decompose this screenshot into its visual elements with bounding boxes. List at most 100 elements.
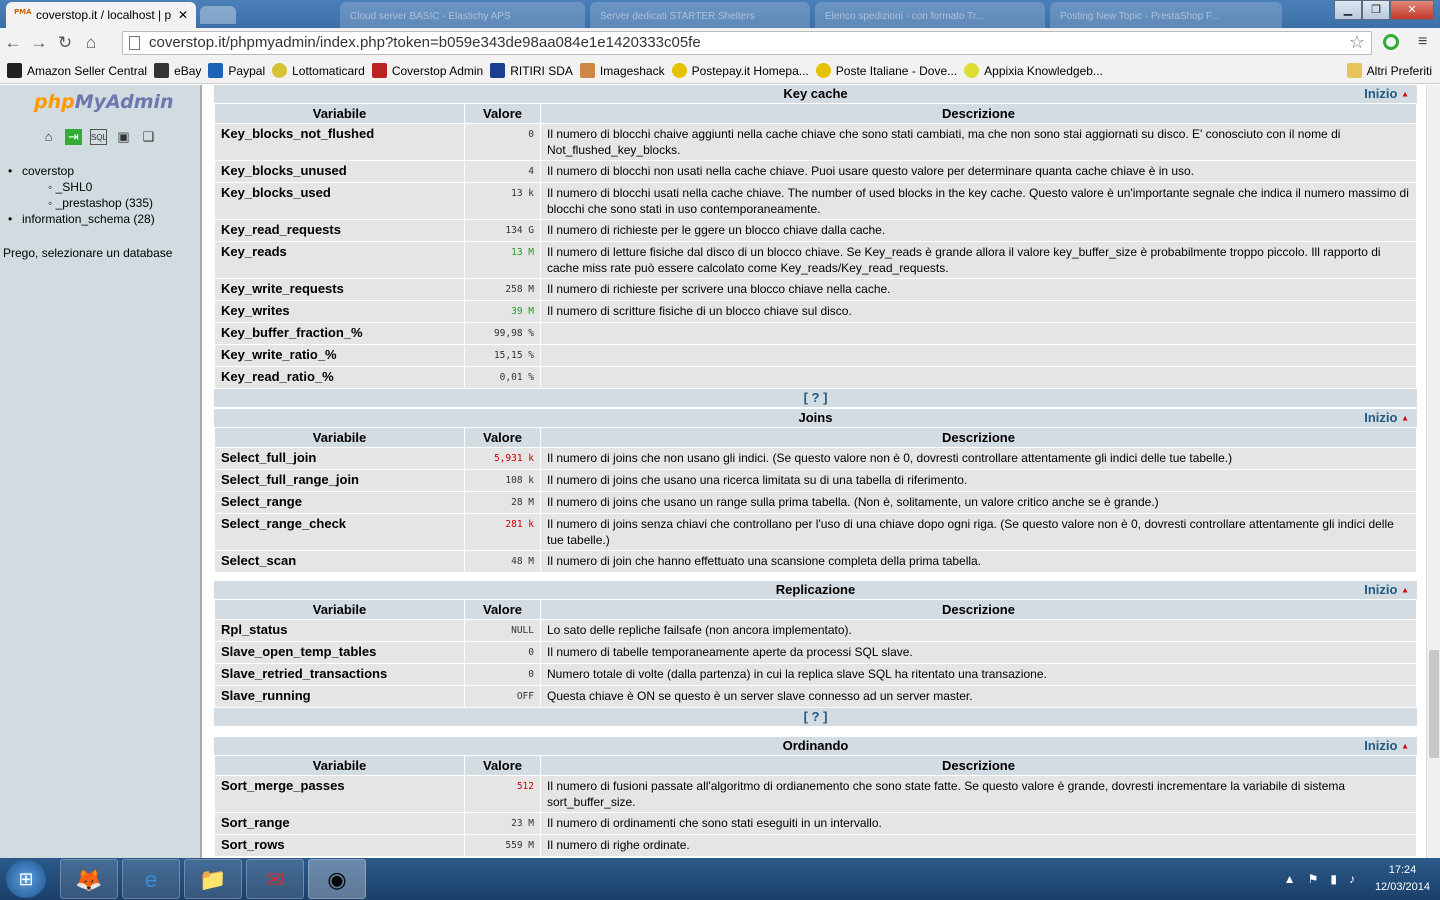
bookmark-appixia[interactable]: Appixia Knowledgeb... <box>964 63 1103 78</box>
tab-background[interactable]: Server dedicati STARTER Shelters <box>590 2 810 28</box>
reload-icon[interactable]: ↻ <box>52 33 78 53</box>
table-row: Key_read_requests 134 G Il numero di richi… <box>214 219 1417 242</box>
table-row: Key_blocks_not_flushed 0 Il numero di bloc… <box>214 123 1417 161</box>
browser-titlebar: PMA coverstop.it / localhost | p ✕ Cloud… <box>0 0 1440 28</box>
variable-value: 0,01 % <box>464 366 541 389</box>
windows-taskbar: ⊞ 🦊 e 📁 ✉ ◉ ▲ ⚑ ▮ ♪ 17:24 12/03/2014 <box>0 858 1440 900</box>
other-bookmarks[interactable]: Altri Preferiti <box>1346 63 1432 78</box>
volume-icon[interactable]: ♪ <box>1349 872 1355 886</box>
home-icon[interactable]: ⌂ <box>40 129 57 145</box>
tab-background[interactable]: Posting New Topic - PrestaShop F... <box>1050 2 1282 28</box>
variable-name: Slave_retried_transactions <box>214 663 465 686</box>
variable-name: Sort_rows <box>214 834 465 857</box>
sql-icon[interactable]: SQL <box>90 129 107 145</box>
variable-name: Select_full_range_join <box>214 469 465 492</box>
variable-description: Il numero di joins che usano una ricerca… <box>540 469 1417 492</box>
imageshack-icon <box>579 63 595 78</box>
table-row: Select_full_range_join 108 k Il numero di … <box>214 469 1417 492</box>
inizio-link[interactable]: Inizio ▲ <box>1364 737 1409 756</box>
exit-icon[interactable]: ⇥ <box>65 129 82 145</box>
start-button[interactable]: ⊞ <box>6 860 46 898</box>
clock[interactable]: 17:24 12/03/2014 <box>1375 862 1430 896</box>
db-sub-item[interactable]: ◦ _prestashop (335) <box>8 195 155 211</box>
tab-background[interactable]: Cloud server BASIC - Elastichy APS <box>340 2 585 28</box>
docs-icon[interactable]: ❑ <box>140 129 157 145</box>
tab-active[interactable]: PMA coverstop.it / localhost | p ✕ <box>6 2 196 28</box>
variable-value: 0 <box>464 123 541 161</box>
new-tab-button[interactable] <box>200 6 236 24</box>
bookmark-paypal[interactable]: Paypal <box>208 63 265 78</box>
close-tab-icon[interactable]: ✕ <box>178 8 188 22</box>
bookmark-ebay[interactable]: eBay <box>154 63 201 78</box>
variable-value: 512 <box>464 775 541 813</box>
variable-name: Key_write_requests <box>214 278 465 301</box>
col-header: Descrizione <box>540 599 1417 620</box>
variable-name: Slave_running <box>214 685 465 708</box>
variable-description: Il numero di joins senza chiavi che cont… <box>540 513 1417 551</box>
explorer-icon[interactable]: 📁 <box>184 859 242 899</box>
bookmarks-bar: Amazon Seller Central eBay Paypal Lottom… <box>0 58 1440 84</box>
left-navigation: phpMyAdmin ⌂ ⇥ SQL ▣ ❑ • coverstop ◦ _SHL… <box>0 85 200 858</box>
db-sub-item[interactable]: ◦ _SHL0 <box>8 179 155 195</box>
variable-name: Key_read_requests <box>214 219 465 242</box>
close-window-button[interactable]: ✕ <box>1390 0 1434 20</box>
query-window-icon[interactable]: ▣ <box>115 129 132 145</box>
inizio-link[interactable]: Inizio ▲ <box>1364 85 1409 104</box>
variable-name: Sort_merge_passes <box>214 775 465 813</box>
variable-name: Key_blocks_used <box>214 182 465 220</box>
db-item[interactable]: • coverstop <box>8 163 155 179</box>
table-row: Key_blocks_unused 4 Il numero di blocchi n… <box>214 160 1417 183</box>
paypal-icon <box>208 63 224 78</box>
address-bar[interactable]: coverstop.it/phpmyadmin/index.php?token=… <box>122 31 1372 55</box>
tray-arrow-icon[interactable]: ▲ <box>1284 872 1296 886</box>
bookmark-lottomaticard[interactable]: Lottomaticard <box>272 63 365 78</box>
minimize-button[interactable]: ▁ <box>1334 0 1362 20</box>
phpmyadmin-logo[interactable]: phpMyAdmin <box>34 91 174 113</box>
maximize-button[interactable]: ❐ <box>1362 0 1390 20</box>
amazon-icon <box>7 63 22 78</box>
bookmark-amazon[interactable]: Amazon Seller Central <box>7 63 147 78</box>
vertical-scrollbar[interactable] <box>1426 85 1440 858</box>
url-text: coverstop.it/phpmyadmin/index.php?token=… <box>149 34 701 51</box>
table-row: Select_range 28 M Il numero di joins che u… <box>214 491 1417 514</box>
bookmark-star-icon[interactable]: ☆ <box>1349 32 1365 53</box>
select-db-hint: Prego, selezionare un database <box>3 246 173 260</box>
variable-name: Key_write_ratio_% <box>214 344 465 367</box>
chrome-icon[interactable]: ◉ <box>308 859 366 899</box>
flag-icon[interactable]: ⚑ <box>1308 872 1319 886</box>
menu-icon[interactable]: ≡ <box>1418 33 1427 51</box>
variable-name: Select_full_join <box>214 447 465 470</box>
inizio-link[interactable]: Inizio ▲ <box>1364 581 1409 600</box>
forward-icon[interactable]: → <box>26 33 52 53</box>
inizio-link[interactable]: Inizio ▲ <box>1364 409 1409 428</box>
bookmark-poste-italiane[interactable]: Poste Italiane - Dove... <box>815 63 957 78</box>
variable-value: 5,931 k <box>464 447 541 470</box>
col-header: Variabile <box>214 599 465 620</box>
section-ordinando: Ordinando Inizio ▲ Variabile Valore Descriz… <box>214 737 1417 857</box>
ie-icon[interactable]: e <box>122 859 180 899</box>
scrollbar-thumb[interactable] <box>1429 650 1439 758</box>
doc-link[interactable]: [ ? ] <box>214 708 1417 726</box>
variable-description: Lo sato delle repliche failsafe (non anc… <box>540 619 1417 642</box>
bookmark-imageshack[interactable]: Imageshack <box>579 63 665 78</box>
tab-background[interactable]: Elenco spedizioni - con formato Tr... <box>815 2 1045 28</box>
variable-name: Sort_range <box>214 812 465 835</box>
db-item[interactable]: • information_schema (28) <box>8 211 155 227</box>
variable-value: 108 k <box>464 469 541 492</box>
extension-icon[interactable] <box>1383 34 1399 50</box>
doc-link[interactable]: [ ? ] <box>214 389 1417 407</box>
firefox-icon[interactable]: 🦊 <box>60 859 118 899</box>
mail-icon[interactable]: ✉ <box>246 859 304 899</box>
network-icon[interactable]: ▮ <box>1330 872 1337 886</box>
table-row: Select_scan 48 M Il numero di join che han… <box>214 550 1417 573</box>
bookmark-postepay[interactable]: Postepay.it Homepa... <box>671 63 809 78</box>
back-icon[interactable]: ← <box>0 33 26 53</box>
postepay-icon <box>671 63 687 78</box>
variable-name: Select_range_check <box>214 513 465 551</box>
bookmark-coverstop-admin[interactable]: Coverstop Admin <box>371 63 483 78</box>
col-header: Variabile <box>214 755 465 776</box>
database-list: • coverstop ◦ _SHL0 ◦ _prestashop (335) •… <box>8 163 155 227</box>
home-icon[interactable]: ⌂ <box>78 33 104 53</box>
bookmark-ritiri-sda[interactable]: RITIRI SDA <box>490 63 573 78</box>
variable-value: 28 M <box>464 491 541 514</box>
